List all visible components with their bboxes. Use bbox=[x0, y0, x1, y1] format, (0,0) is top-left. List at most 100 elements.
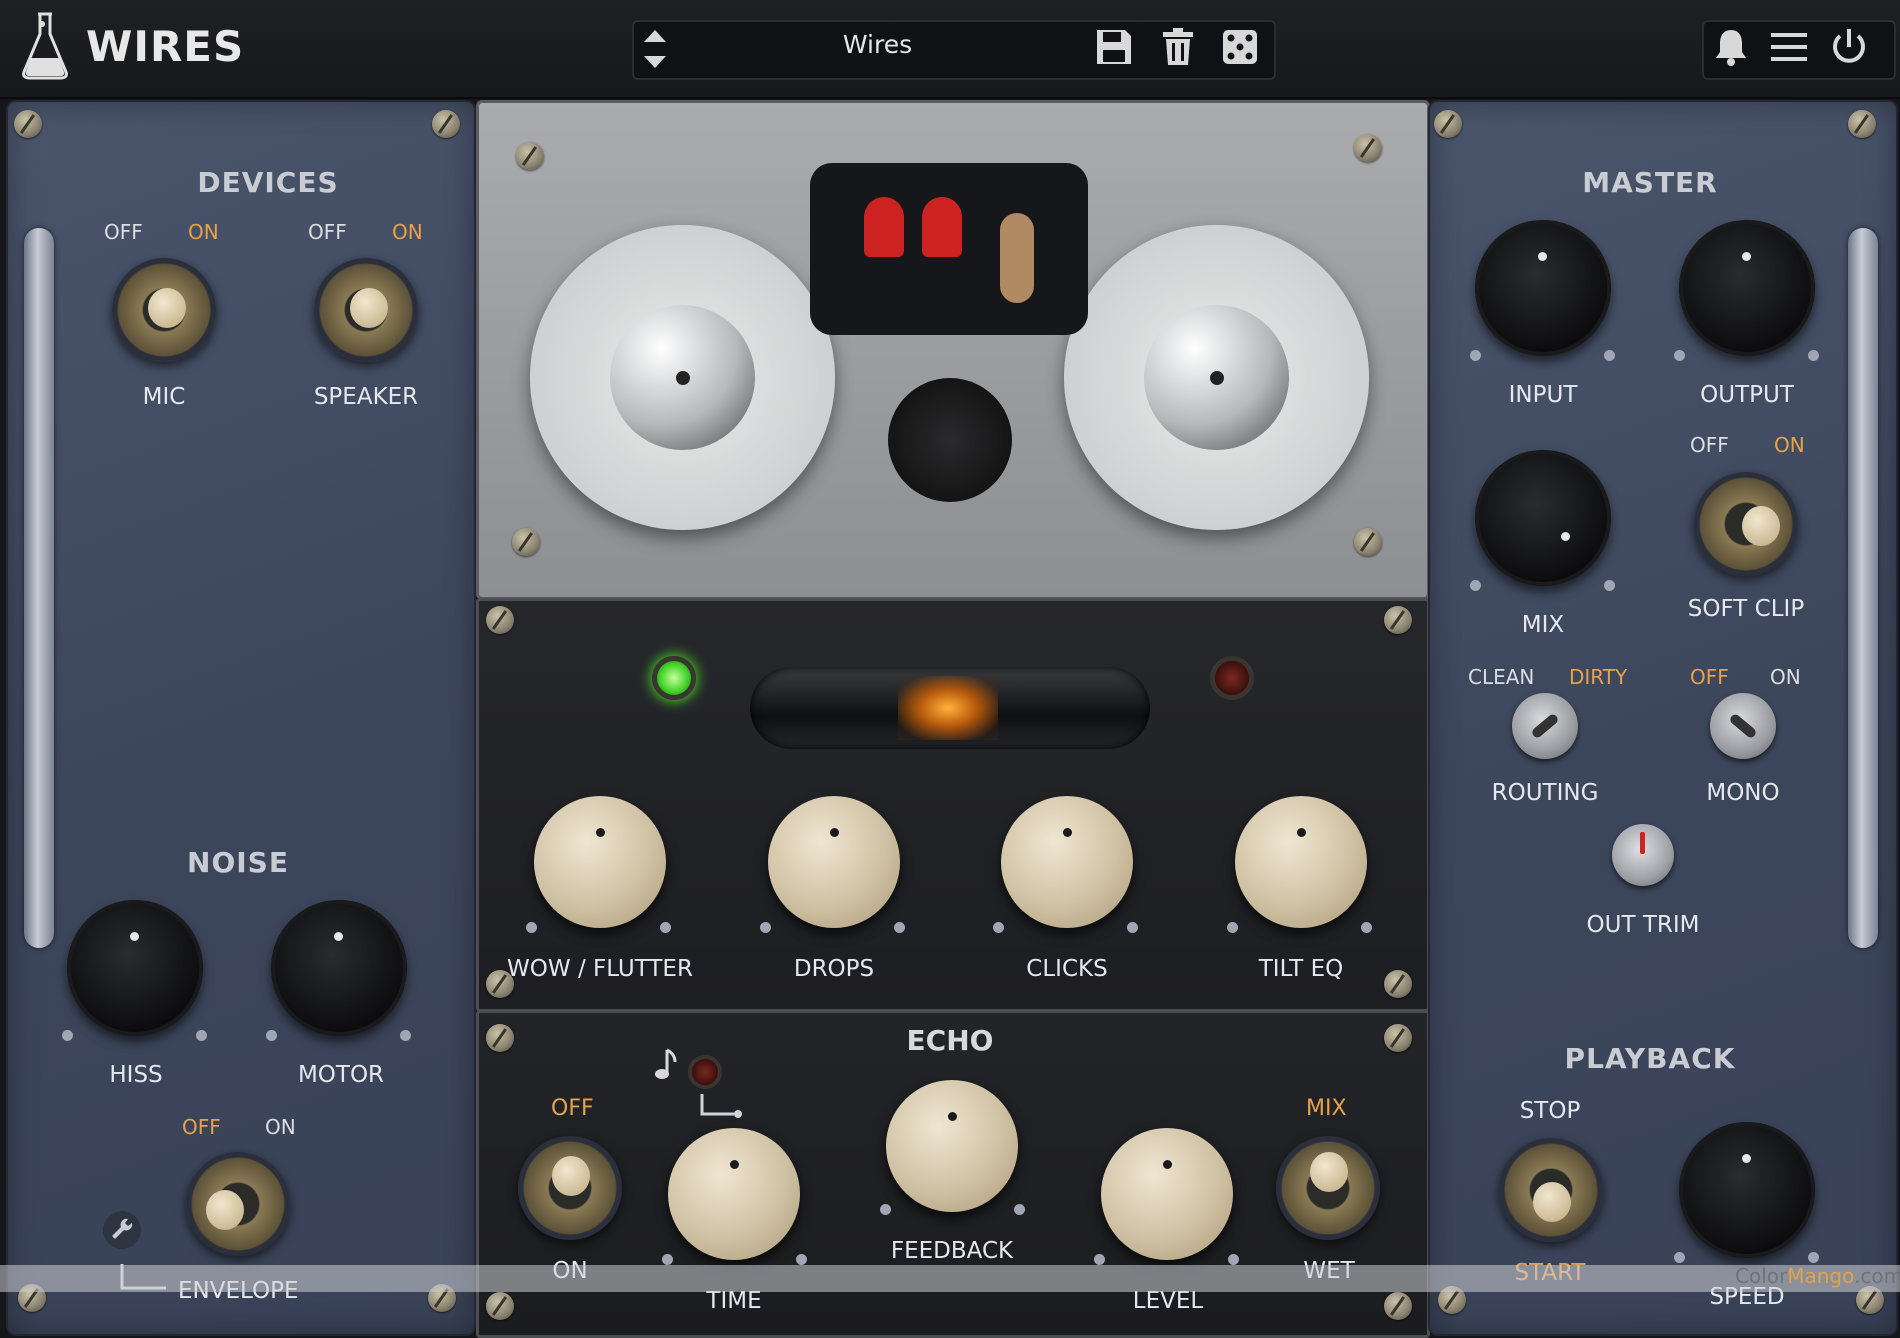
range-dot bbox=[1227, 922, 1238, 933]
left-handle bbox=[24, 228, 54, 948]
music-note-icon[interactable] bbox=[653, 1048, 679, 1082]
sync-bracket bbox=[700, 1094, 742, 1118]
echo-mix-label: MIX bbox=[1306, 1096, 1347, 1121]
playback-title: PLAYBACK bbox=[1564, 1042, 1736, 1075]
echo-toggle[interactable] bbox=[518, 1136, 622, 1240]
soft-clip-on-label: ON bbox=[1774, 433, 1805, 457]
clicks-label: CLICKS bbox=[1026, 956, 1108, 982]
screw bbox=[14, 110, 42, 138]
input-label: INPUT bbox=[1508, 382, 1578, 408]
screw bbox=[1384, 606, 1412, 634]
echo-title: ECHO bbox=[906, 1024, 994, 1057]
mic-off-label: OFF bbox=[104, 220, 143, 244]
drops-knob[interactable] bbox=[768, 796, 900, 928]
dice-icon[interactable] bbox=[1219, 26, 1261, 68]
envelope-off-label: OFF bbox=[182, 1115, 221, 1139]
watermark-strip bbox=[0, 1265, 1900, 1292]
speed-knob[interactable] bbox=[1679, 1122, 1815, 1258]
trash-icon[interactable] bbox=[1157, 26, 1199, 68]
input-knob[interactable] bbox=[1475, 220, 1611, 356]
master-title: MASTER bbox=[1582, 166, 1718, 199]
motor-label: MOTOR bbox=[297, 1062, 385, 1088]
wires-plugin-window: WIRES Wires DEVICES OFF ON MIC OFF ON SP… bbox=[0, 0, 1900, 1338]
clicks-knob[interactable] bbox=[1001, 796, 1133, 928]
range-dot bbox=[1127, 922, 1138, 933]
playback-toggle[interactable] bbox=[1499, 1138, 1603, 1242]
wrench-icon[interactable] bbox=[102, 1210, 142, 1250]
hiss-label: HISS bbox=[109, 1062, 163, 1088]
playback-stop-label: STOP bbox=[1519, 1098, 1581, 1124]
range-dot bbox=[266, 1030, 277, 1041]
range-dot bbox=[400, 1030, 411, 1041]
speaker-toggle[interactable] bbox=[314, 258, 418, 362]
tilt-eq-knob[interactable] bbox=[1235, 796, 1367, 928]
screw bbox=[516, 142, 544, 170]
range-dot bbox=[660, 922, 671, 933]
save-icon[interactable] bbox=[1093, 26, 1135, 68]
wow-flutter-label: WOW / FLUTTER bbox=[507, 956, 693, 982]
range-dot bbox=[1094, 1254, 1105, 1265]
watermark: ColorMango.com bbox=[1735, 1264, 1900, 1288]
wow-flutter-knob[interactable] bbox=[534, 796, 666, 928]
app-title: WIRES bbox=[86, 22, 245, 71]
motor-knob[interactable] bbox=[271, 900, 407, 1036]
range-dot bbox=[1674, 1252, 1685, 1263]
screw bbox=[1384, 970, 1412, 998]
status-led-green bbox=[652, 656, 696, 700]
mono-label: MONO bbox=[1706, 780, 1780, 806]
up-down-arrows-icon[interactable] bbox=[640, 24, 670, 74]
mic-label: MIC bbox=[142, 384, 186, 410]
soft-clip-label: SOFT CLIP bbox=[1687, 596, 1805, 622]
range-dot bbox=[1604, 350, 1615, 361]
mono-off-label: OFF bbox=[1690, 665, 1729, 689]
range-dot bbox=[760, 922, 771, 933]
range-dot bbox=[1808, 350, 1819, 361]
screw bbox=[432, 110, 460, 138]
mono-switch[interactable] bbox=[1710, 693, 1776, 759]
range-dot bbox=[662, 1254, 673, 1265]
power-icon[interactable] bbox=[1828, 26, 1870, 68]
hiss-knob[interactable] bbox=[67, 900, 203, 1036]
screw bbox=[512, 528, 540, 556]
out-trim-label: OUT TRIM bbox=[1586, 912, 1700, 938]
tape-head-block bbox=[810, 163, 1088, 335]
routing-clean-label: CLEAN bbox=[1468, 665, 1535, 689]
soft-clip-off-label: OFF bbox=[1690, 433, 1729, 457]
noise-title: NOISE bbox=[187, 846, 289, 879]
soft-clip-toggle[interactable] bbox=[1694, 472, 1798, 576]
output-knob[interactable] bbox=[1679, 220, 1815, 356]
tilt-eq-label: TILT EQ bbox=[1258, 956, 1344, 982]
range-dot bbox=[880, 1204, 891, 1215]
out-trim-knob[interactable] bbox=[1612, 824, 1674, 886]
tube-glow bbox=[898, 676, 998, 740]
mix-knob[interactable] bbox=[1475, 450, 1611, 586]
feedback-knob[interactable] bbox=[886, 1080, 1018, 1212]
range-dot bbox=[196, 1030, 207, 1041]
screw bbox=[1434, 110, 1462, 138]
hamburger-menu-icon[interactable] bbox=[1768, 26, 1810, 68]
time-knob[interactable] bbox=[668, 1128, 800, 1260]
screw bbox=[1354, 528, 1382, 556]
range-dot bbox=[62, 1030, 73, 1041]
range-dot bbox=[1014, 1204, 1025, 1215]
mic-on-label: ON bbox=[188, 220, 219, 244]
range-dot bbox=[796, 1254, 807, 1265]
feedback-label: FEEDBACK bbox=[890, 1238, 1014, 1264]
screw bbox=[1384, 1292, 1412, 1320]
range-dot bbox=[1470, 580, 1481, 591]
range-dot bbox=[1361, 922, 1372, 933]
echo-mix-wet-toggle[interactable] bbox=[1276, 1136, 1380, 1240]
routing-switch[interactable] bbox=[1512, 693, 1578, 759]
preset-name[interactable]: Wires bbox=[760, 30, 995, 59]
envelope-toggle[interactable] bbox=[186, 1152, 290, 1256]
speaker-grille bbox=[888, 378, 1012, 502]
sync-led[interactable] bbox=[688, 1055, 722, 1089]
status-led-red bbox=[1210, 656, 1254, 700]
mic-toggle[interactable] bbox=[112, 258, 216, 362]
bell-icon[interactable] bbox=[1710, 26, 1752, 68]
level-knob[interactable] bbox=[1101, 1128, 1233, 1260]
mix-label: MIX bbox=[1521, 612, 1565, 638]
screw bbox=[1848, 110, 1876, 138]
mono-on-label: ON bbox=[1770, 665, 1801, 689]
echo-off-label: OFF bbox=[551, 1096, 594, 1121]
